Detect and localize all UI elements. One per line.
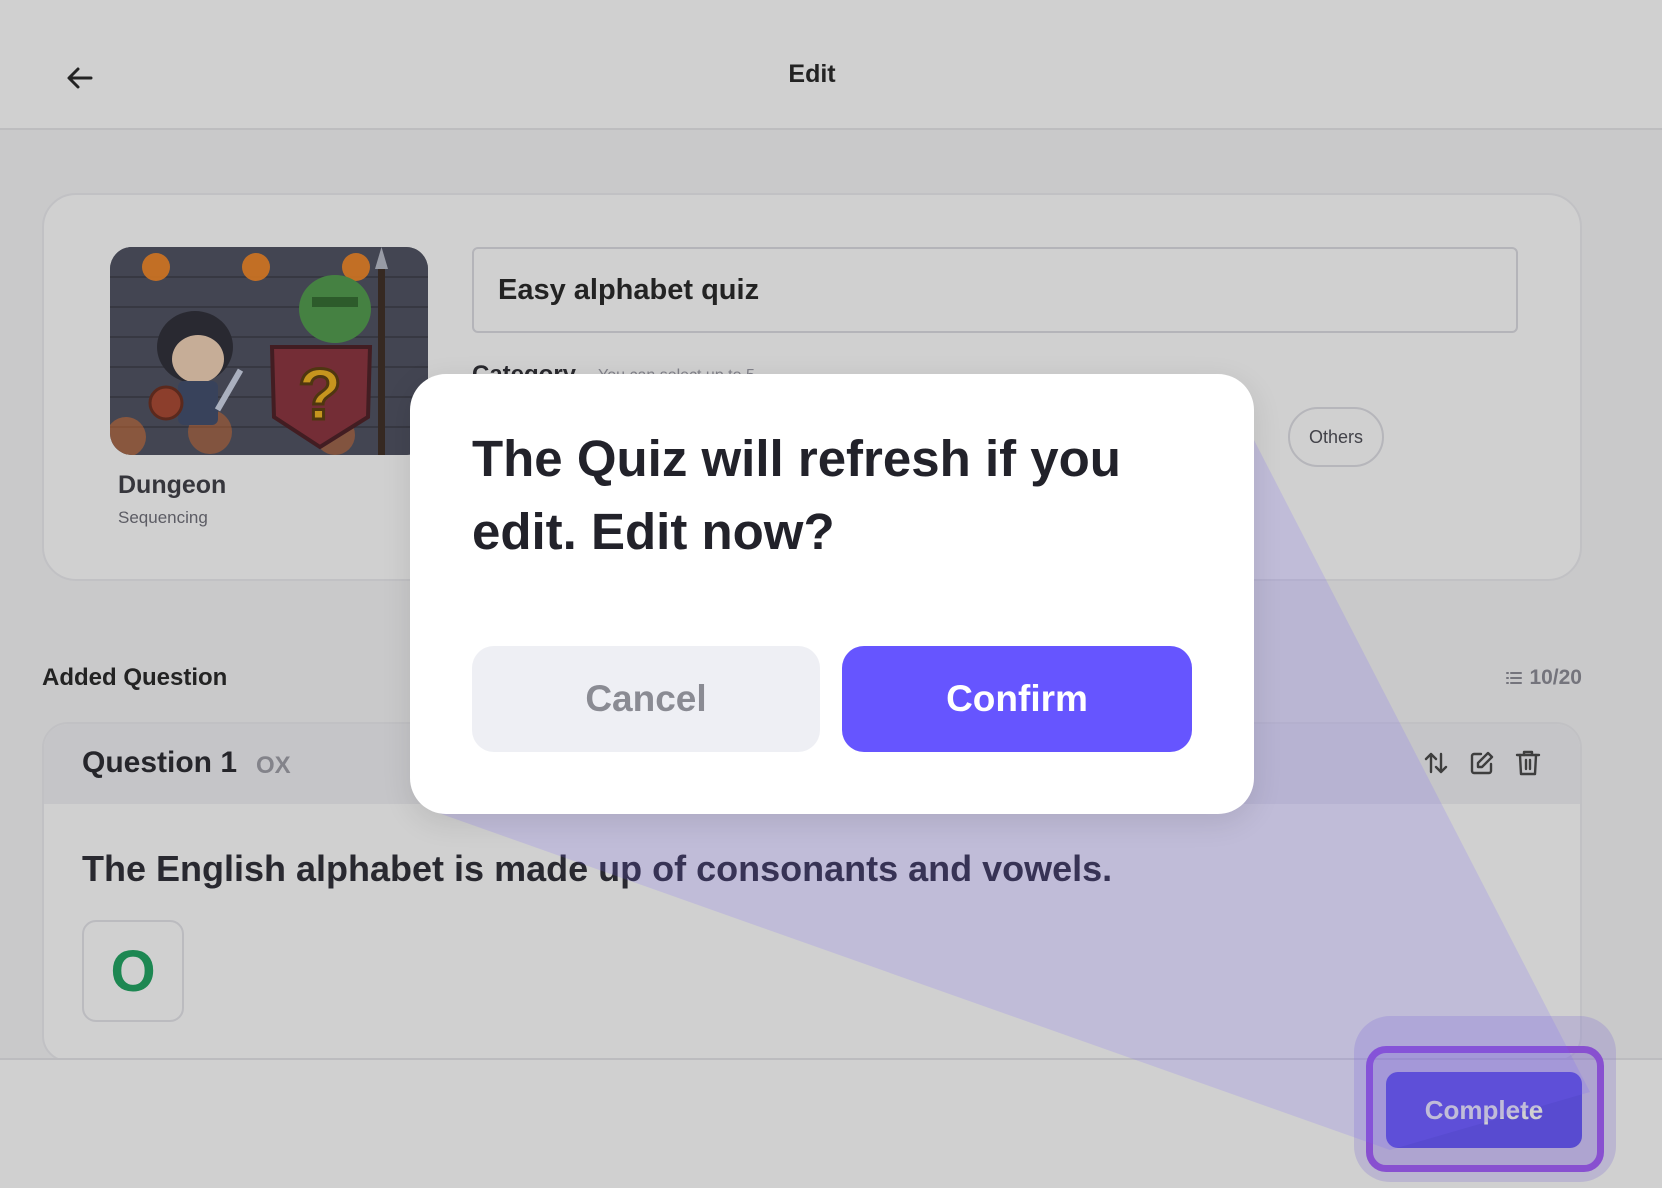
svg-text:?: ? bbox=[298, 355, 342, 435]
question-count-value: 10/20 bbox=[1529, 666, 1582, 689]
question-text: The English alphabet is made up of conso… bbox=[82, 848, 1113, 889]
confirm-dialog: The Quiz will refresh if you edit. Edit … bbox=[410, 374, 1254, 814]
question-tools bbox=[1420, 746, 1544, 780]
confirm-button[interactable]: Confirm bbox=[842, 646, 1192, 752]
game-name: Dungeon bbox=[118, 471, 227, 499]
question-title: Question 1 bbox=[82, 746, 238, 779]
added-question-label: Added Question bbox=[42, 664, 228, 691]
sort-arrows-icon bbox=[1424, 752, 1448, 774]
game-type: Sequencing bbox=[118, 508, 208, 527]
answer-badge: O bbox=[82, 920, 184, 1022]
question-count: 10/20 bbox=[1505, 666, 1582, 690]
reorder-button[interactable] bbox=[1420, 746, 1452, 780]
top-bar: Edit bbox=[0, 0, 1662, 130]
cancel-button[interactable]: Cancel bbox=[472, 646, 820, 752]
dungeon-illustration: ? bbox=[110, 247, 428, 455]
delete-question-button[interactable] bbox=[1512, 746, 1544, 780]
list-icon bbox=[1506, 672, 1523, 684]
category-chip-others[interactable]: Others bbox=[1288, 407, 1384, 467]
page-title: Edit bbox=[788, 60, 836, 88]
game-thumbnail[interactable]: ? bbox=[110, 247, 428, 455]
edit-question-button[interactable] bbox=[1466, 746, 1498, 780]
edit-icon bbox=[1470, 751, 1494, 775]
dialog-message: The Quiz will refresh if you edit. Edit … bbox=[472, 430, 1121, 560]
complete-button[interactable]: Complete bbox=[1386, 1072, 1582, 1148]
quiz-title-input[interactable] bbox=[472, 247, 1518, 333]
trash-icon bbox=[1515, 750, 1541, 776]
question-type: OX bbox=[256, 752, 291, 779]
